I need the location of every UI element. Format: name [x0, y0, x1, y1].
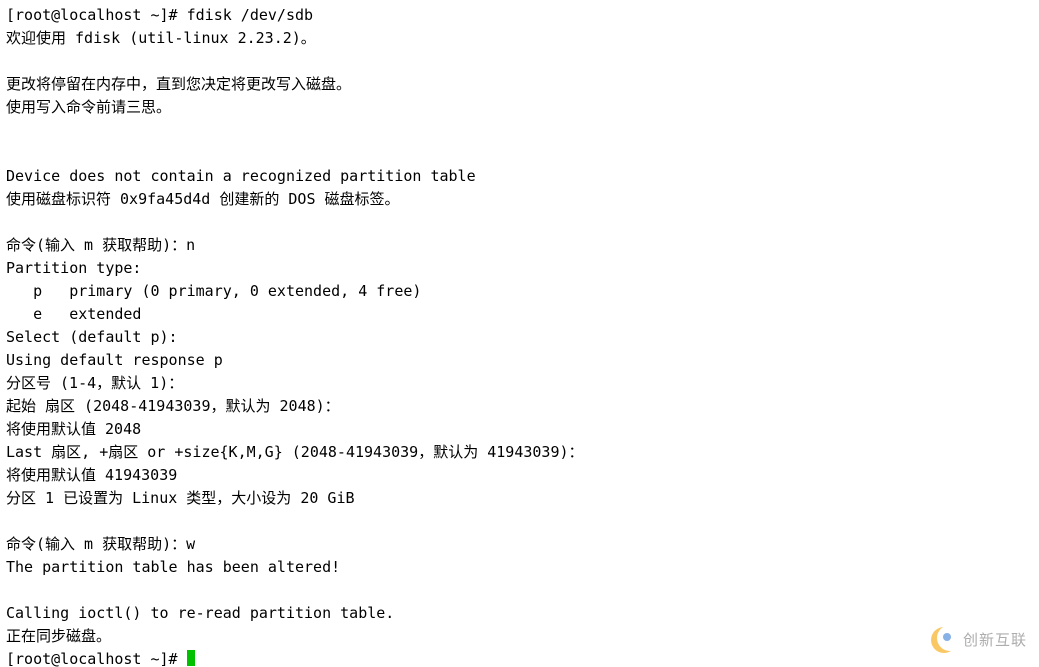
- terminal-line: 正在同步磁盘。: [6, 627, 111, 645]
- terminal-line: Using default response p: [6, 351, 223, 369]
- terminal-line: Device does not contain a recognized par…: [6, 167, 476, 185]
- terminal-line: Calling ioctl() to re-read partition tab…: [6, 604, 394, 622]
- cursor-block-icon: [187, 650, 195, 666]
- terminal-line: Partition type:: [6, 259, 141, 277]
- terminal-line: 起始 扇区 (2048-41943039，默认为 2048)：: [6, 397, 340, 415]
- terminal-line: e extended: [6, 305, 141, 323]
- terminal-line: The partition table has been altered!: [6, 558, 340, 576]
- terminal-line: 命令(输入 m 获取帮助)：n: [6, 236, 195, 254]
- terminal-line: [root@localhost ~]# fdisk /dev/sdb: [6, 6, 313, 24]
- terminal-line: 分区 1 已设置为 Linux 类型，大小设为 20 GiB: [6, 489, 355, 507]
- terminal-line: 使用写入命令前请三思。: [6, 98, 171, 116]
- terminal-line: 命令(输入 m 获取帮助)：w: [6, 535, 195, 553]
- terminal-line: Last 扇区, +扇区 or +size{K,M,G} (2048-41943…: [6, 443, 584, 461]
- terminal-line: p primary (0 primary, 0 extended, 4 free…: [6, 282, 421, 300]
- terminal-line: 将使用默认值 2048: [6, 420, 141, 438]
- terminal-output[interactable]: [root@localhost ~]# fdisk /dev/sdb 欢迎使用 …: [0, 0, 1039, 667]
- terminal-line: 欢迎使用 fdisk (util-linux 2.23.2)。: [6, 29, 316, 47]
- terminal-line: 将使用默认值 41943039: [6, 466, 177, 484]
- terminal-prompt: [root@localhost ~]#: [6, 650, 187, 667]
- terminal-line: Select (default p):: [6, 328, 178, 346]
- terminal-line: 使用磁盘标识符 0x9fa45d4d 创建新的 DOS 磁盘标签。: [6, 190, 400, 208]
- terminal-line: 分区号 (1-4，默认 1)：: [6, 374, 183, 392]
- terminal-line: 更改将停留在内存中，直到您决定将更改写入磁盘。: [6, 75, 351, 93]
